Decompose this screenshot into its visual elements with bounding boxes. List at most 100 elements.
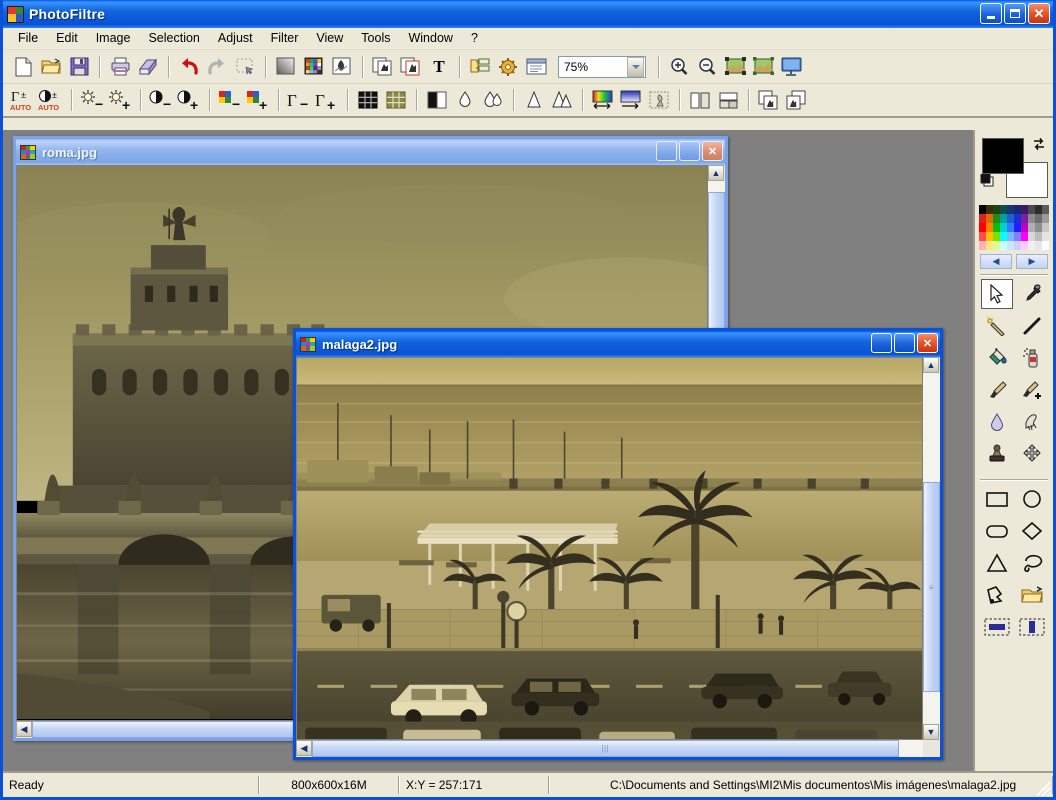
hue-shift-icon[interactable] — [589, 86, 617, 114]
swatch[interactable] — [986, 232, 993, 241]
sharpen-icon[interactable] — [520, 86, 548, 114]
mdi-window-malaga2[interactable]: malaga2.jpg ✕ — [293, 328, 943, 760]
mirror-icon[interactable] — [686, 86, 714, 114]
rounded-rect-shape-icon[interactable] — [981, 516, 1013, 546]
swatch[interactable] — [1021, 241, 1028, 250]
paste-image-icon[interactable] — [397, 53, 425, 81]
grayscale-icon[interactable] — [423, 86, 451, 114]
smudge-tool-icon[interactable] — [1016, 407, 1048, 437]
foreground-color-swatch[interactable] — [982, 138, 1024, 174]
swatch[interactable] — [979, 214, 986, 223]
copy-image-icon[interactable] — [369, 53, 397, 81]
reset-colors-icon[interactable] — [980, 174, 996, 188]
close-button[interactable]: ✕ — [1028, 3, 1050, 24]
scroll-left-button-malaga2[interactable]: ◀ — [296, 740, 312, 756]
palette-prev-button[interactable]: ◀ — [980, 254, 1012, 269]
swatch[interactable] — [1021, 232, 1028, 241]
swatch[interactable] — [1014, 205, 1021, 214]
scroll-down-button-malaga2[interactable]: ▼ — [923, 724, 939, 740]
advanced-brush-tool-icon[interactable] — [1016, 375, 1048, 405]
swatch[interactable] — [1042, 241, 1049, 250]
swatch[interactable] — [986, 223, 993, 232]
mdi-maximize-malaga2[interactable] — [894, 333, 915, 353]
zoom-in-icon[interactable] — [665, 53, 693, 81]
gamma-decrease-icon[interactable]: Γ− — [285, 86, 313, 114]
mdi-titlebar-malaga2[interactable]: malaga2.jpg ✕ — [296, 331, 940, 357]
swatch[interactable] — [1035, 205, 1042, 214]
brightness-decrease-icon[interactable]: − — [78, 86, 106, 114]
canvas-malaga2[interactable] — [296, 357, 923, 740]
menu-adjust[interactable]: Adjust — [209, 28, 262, 49]
blur-icon[interactable] — [451, 86, 479, 114]
halftone-icon[interactable] — [382, 86, 410, 114]
swatch[interactable] — [979, 223, 986, 232]
scroll-up-button-roma[interactable]: ▲ — [708, 165, 724, 181]
swap-colors-icon[interactable] — [1031, 136, 1047, 152]
swatch[interactable] — [1007, 205, 1014, 214]
swatch[interactable] — [1021, 205, 1028, 214]
swatch[interactable] — [1014, 241, 1021, 250]
rotate-left-icon[interactable] — [755, 86, 783, 114]
menu-view[interactable]: View — [307, 28, 352, 49]
color-swatch-grid[interactable] — [979, 205, 1049, 250]
menu-file[interactable]: File — [9, 28, 47, 49]
menu-edit[interactable]: Edit — [47, 28, 87, 49]
plugins-icon[interactable] — [494, 53, 522, 81]
swatch[interactable] — [1014, 214, 1021, 223]
ellipse-shape-icon[interactable] — [1016, 484, 1048, 514]
contrast-increase-icon[interactable]: + — [175, 86, 203, 114]
print-preview-icon[interactable] — [134, 53, 162, 81]
saturation-increase-icon[interactable]: + — [244, 86, 272, 114]
eyedropper-tool-icon[interactable] — [1016, 279, 1048, 309]
gamma-increase-icon[interactable]: Γ+ — [313, 86, 341, 114]
print-icon[interactable] — [106, 53, 134, 81]
gradient-icon[interactable] — [272, 53, 300, 81]
auto-levels-icon[interactable]: Γ±AUTO — [9, 86, 37, 114]
menu-tools[interactable]: Tools — [352, 28, 399, 49]
scroll-left-button-roma[interactable]: ◀ — [16, 721, 32, 737]
brightness-increase-icon[interactable]: + — [106, 86, 134, 114]
paintbrush-tool-icon[interactable] — [981, 375, 1013, 405]
sharpen-more-icon[interactable] — [548, 86, 576, 114]
scroll-track-horizontal-malaga2[interactable]: ||| — [312, 740, 923, 757]
swatch[interactable] — [1042, 205, 1049, 214]
load-selection-icon[interactable] — [1016, 580, 1048, 610]
mdi-titlebar-roma[interactable]: roma.jpg ✕ — [16, 139, 725, 165]
swatch[interactable] — [1000, 214, 1007, 223]
swatch[interactable] — [1042, 214, 1049, 223]
swatch[interactable] — [1028, 205, 1035, 214]
undo-icon[interactable] — [175, 53, 203, 81]
save-icon[interactable] — [65, 53, 93, 81]
swatch[interactable] — [1014, 223, 1021, 232]
artistic-icon[interactable] — [645, 86, 673, 114]
swatch[interactable] — [1035, 241, 1042, 250]
selection-horizontal-icon[interactable] — [981, 612, 1013, 642]
swatch[interactable] — [1028, 232, 1035, 241]
swatch[interactable] — [1000, 241, 1007, 250]
swatch[interactable] — [1007, 232, 1014, 241]
contrast-decrease-icon[interactable]: − — [147, 86, 175, 114]
swatch[interactable] — [1000, 223, 1007, 232]
layers-icon[interactable] — [466, 53, 494, 81]
mdi-minimize-malaga2[interactable] — [871, 333, 892, 353]
mdi-close-malaga2[interactable]: ✕ — [917, 333, 938, 353]
new-file-icon[interactable] — [9, 53, 37, 81]
swatch[interactable] — [1007, 241, 1014, 250]
diamond-shape-icon[interactable] — [1016, 516, 1048, 546]
chevron-down-icon[interactable] — [627, 57, 644, 77]
swatch[interactable] — [1007, 214, 1014, 223]
module-icon[interactable] — [522, 53, 550, 81]
select-tool-icon[interactable] — [981, 279, 1013, 309]
text-tool-icon[interactable]: T — [425, 53, 453, 81]
swatch[interactable] — [993, 223, 1000, 232]
auto-contrast-icon[interactable]: ±AUTO — [37, 86, 65, 114]
swatch[interactable] — [986, 205, 993, 214]
swatch[interactable] — [993, 205, 1000, 214]
move-tool-icon[interactable] — [1016, 439, 1048, 469]
swatch[interactable] — [1014, 232, 1021, 241]
full-screen-icon[interactable] — [777, 53, 805, 81]
menu-image[interactable]: Image — [87, 28, 140, 49]
swatch[interactable] — [1007, 223, 1014, 232]
swatch[interactable] — [993, 214, 1000, 223]
scroll-track-vertical-malaga2[interactable]: ≡ — [923, 373, 940, 724]
